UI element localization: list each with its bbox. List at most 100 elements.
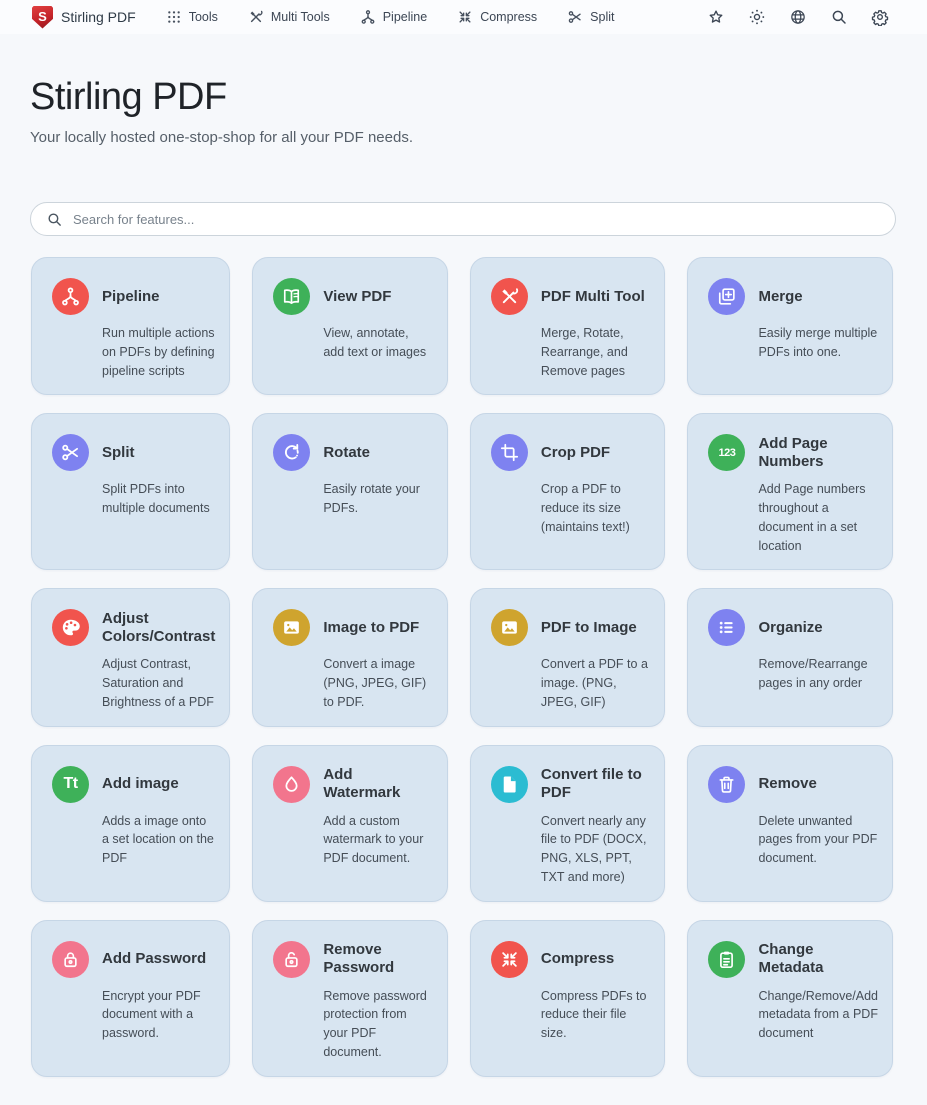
card-title: Merge — [758, 288, 878, 306]
apps-icon — [166, 9, 182, 25]
card-description: Run multiple actions on PDFs by defining… — [102, 324, 215, 380]
card-description: Adds a image onto a set location on the … — [102, 812, 215, 868]
compress-icon — [457, 9, 473, 25]
pipeline-icon — [52, 278, 89, 315]
card-description: Split PDFs into multiple documents — [102, 480, 215, 518]
stirling-pdf-home: S Stirling PDF Tools Multi Tools Pipelin… — [0, 0, 927, 1105]
card-title: Split — [102, 444, 215, 462]
scissors-icon — [52, 434, 89, 471]
tool-card-convert-file-to-pdf[interactable]: Convert file to PDF Convert nearly any f… — [470, 745, 666, 902]
tool-card-add-watermark[interactable]: Add Watermark Add a custom watermark to … — [252, 745, 448, 902]
hero-section: Stirling PDF Your locally hosted one-sto… — [0, 34, 927, 146]
tool-card-organize[interactable]: Organize Remove/Rearrange pages in any o… — [687, 588, 893, 726]
pipeline-icon — [360, 9, 376, 25]
card-description: View, annotate, add text or images — [323, 324, 433, 362]
lock-open-icon — [273, 941, 310, 978]
card-description: Change/Remove/Add metadata from a PDF do… — [758, 987, 878, 1043]
card-title: PDF to Image — [541, 619, 651, 637]
tool-card-remove[interactable]: Remove Delete unwanted pages from your P… — [687, 745, 893, 902]
card-title: Compress — [541, 950, 651, 968]
tool-card-add-page-numbers[interactable]: 123 Add Page Numbers Add Page numbers th… — [687, 413, 893, 570]
tool-card-crop-pdf[interactable]: Crop PDF Crop a PDF to reduce its size (… — [470, 413, 666, 570]
card-title: Remove Password — [323, 941, 433, 977]
card-description: Add a custom watermark to your PDF docum… — [323, 812, 433, 868]
nav-item-pipeline[interactable]: Pipeline — [360, 9, 427, 25]
numbers-123-icon: 123 — [708, 434, 745, 471]
card-description: Encrypt your PDF document with a passwor… — [102, 987, 215, 1043]
tool-card-add-password[interactable]: Add Password Encrypt your PDF document w… — [31, 920, 230, 1077]
tool-card-grid: Pipeline Run multiple actions on PDFs by… — [31, 257, 893, 1077]
card-title: Adjust Colors/Contrast — [102, 610, 215, 646]
text-Tt-icon: Tt — [52, 766, 89, 803]
image-icon — [273, 609, 310, 646]
nav-item-label: Pipeline — [383, 10, 427, 24]
tool-card-view-pdf[interactable]: View PDF View, annotate, add text or ima… — [252, 257, 448, 395]
card-description: Convert a image (PNG, JPEG, GIF) to PDF. — [323, 655, 433, 711]
scissors-icon — [567, 9, 583, 25]
image-icon — [491, 609, 528, 646]
card-description: Add Page numbers throughout a document i… — [758, 480, 878, 555]
top-navbar: S Stirling PDF Tools Multi Tools Pipelin… — [0, 0, 927, 34]
tool-card-image-to-pdf[interactable]: Image to PDF Convert a image (PNG, JPEG,… — [252, 588, 448, 726]
card-description: Remove password protection from your PDF… — [323, 987, 433, 1062]
card-title: View PDF — [323, 288, 433, 306]
tool-card-pdf-to-image[interactable]: PDF to Image Convert a PDF to a image. (… — [470, 588, 666, 726]
card-description: Easily rotate your PDFs. — [323, 480, 433, 518]
card-title: Add Password — [102, 950, 215, 968]
star-icon[interactable] — [707, 8, 725, 26]
card-title: Change Metadata — [758, 941, 878, 977]
brand-label: Stirling PDF — [61, 9, 136, 25]
tool-card-remove-password[interactable]: Remove Password Remove password protecti… — [252, 920, 448, 1077]
card-title: Crop PDF — [541, 444, 651, 462]
brand-home-link[interactable]: S Stirling PDF — [32, 6, 136, 29]
tool-card-pipeline[interactable]: Pipeline Run multiple actions on PDFs by… — [31, 257, 230, 395]
card-description: Easily merge multiple PDFs into one. — [758, 324, 878, 362]
nav-item-compress[interactable]: Compress — [457, 9, 537, 25]
card-title: Add Watermark — [323, 766, 433, 802]
tool-card-split[interactable]: Split Split PDFs into multiple documents — [31, 413, 230, 570]
list-icon — [708, 609, 745, 646]
rotate-icon — [273, 434, 310, 471]
crop-icon — [491, 434, 528, 471]
nav-item-label: Multi Tools — [271, 10, 330, 24]
merge-icon — [708, 278, 745, 315]
tool-card-add-image[interactable]: Tt Add image Adds a image onto a set loc… — [31, 745, 230, 902]
nav-item-multi-tools[interactable]: Multi Tools — [248, 9, 330, 25]
card-description: Convert nearly any file to PDF (DOCX, PN… — [541, 812, 651, 887]
card-title: Remove — [758, 775, 878, 793]
stirling-logo-icon: S — [32, 6, 53, 29]
gear-icon[interactable] — [871, 8, 889, 26]
nav-item-label: Tools — [189, 10, 218, 24]
tool-card-rotate[interactable]: Rotate Easily rotate your PDFs. — [252, 413, 448, 570]
tool-card-pdf-multi-tool[interactable]: PDF Multi Tool Merge, Rotate, Rearrange,… — [470, 257, 666, 395]
nav-item-split[interactable]: Split — [567, 9, 614, 25]
search-input[interactable] — [30, 202, 896, 236]
search-icon[interactable] — [830, 8, 848, 26]
globe-icon[interactable] — [789, 8, 807, 26]
card-description: Merge, Rotate, Rearrange, and Remove pag… — [541, 324, 651, 380]
nav-item-label: Compress — [480, 10, 537, 24]
card-title: Pipeline — [102, 288, 215, 306]
clipboard-icon — [708, 941, 745, 978]
tool-card-compress[interactable]: Compress Compress PDFs to reduce their f… — [470, 920, 666, 1077]
card-title: Add Page Numbers — [758, 435, 878, 471]
lock-icon — [52, 941, 89, 978]
card-description: Remove/Rearrange pages in any order — [758, 655, 878, 693]
droplet-icon — [273, 766, 310, 803]
tool-card-merge[interactable]: Merge Easily merge multiple PDFs into on… — [687, 257, 893, 395]
file-icon — [491, 766, 528, 803]
tool-card-change-metadata[interactable]: Change Metadata Change/Remove/Add metada… — [687, 920, 893, 1077]
card-title: Organize — [758, 619, 878, 637]
palette-icon — [52, 609, 89, 646]
card-title: Image to PDF — [323, 619, 433, 637]
trash-icon — [708, 766, 745, 803]
nav-item-tools[interactable]: Tools — [166, 9, 218, 25]
feature-search — [30, 202, 896, 236]
tools-icon — [491, 278, 528, 315]
card-title: PDF Multi Tool — [541, 288, 651, 306]
card-description: Convert a PDF to a image. (PNG, JPEG, GI… — [541, 655, 651, 711]
nav-actions — [707, 8, 889, 26]
compress-icon — [491, 941, 528, 978]
sun-icon[interactable] — [748, 8, 766, 26]
tool-card-adjust-colors-contrast[interactable]: Adjust Colors/Contrast Adjust Contrast, … — [31, 588, 230, 726]
